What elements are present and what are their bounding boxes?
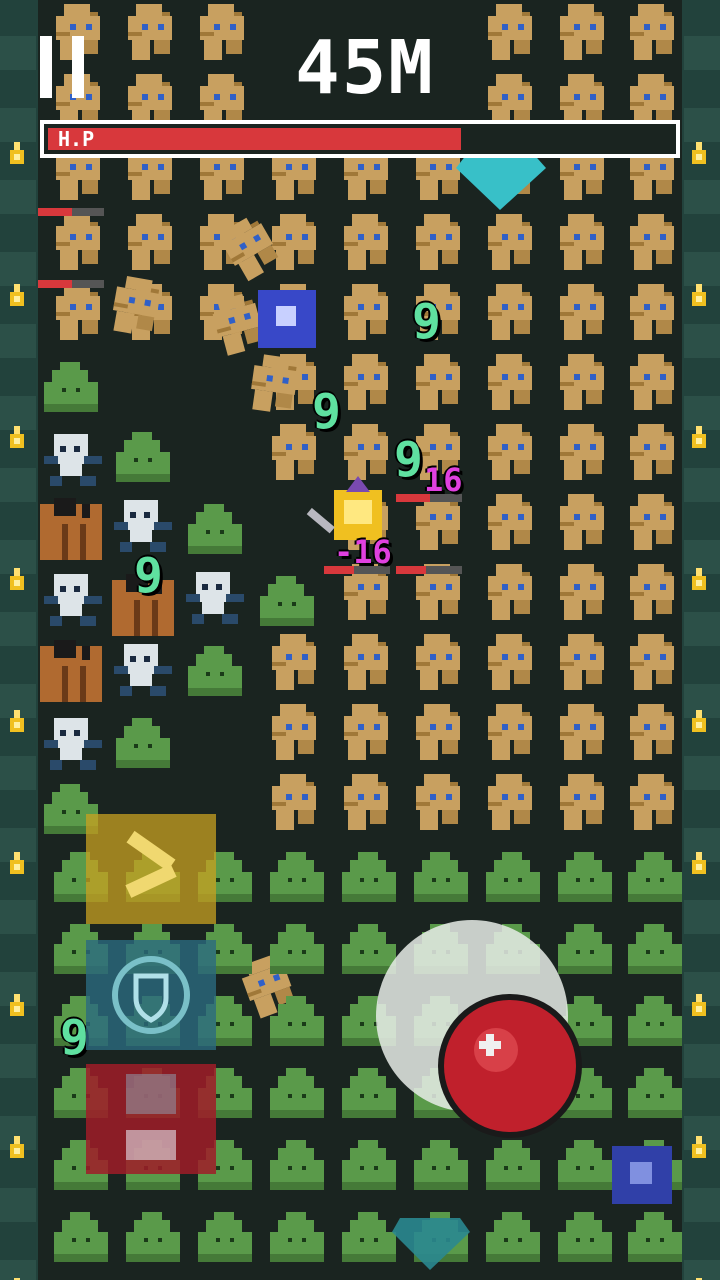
hp-fill <box>48 128 462 150</box>
pause-button[interactable] <box>38 36 88 98</box>
hp-label: H.P <box>58 127 95 151</box>
damage-number: 9 <box>412 294 441 350</box>
mimic-crate-enemy <box>40 498 102 560</box>
shield-skill-button[interactable] <box>86 940 216 1050</box>
blue-orb-bottom <box>612 1146 672 1204</box>
enemy-hp-bar <box>38 280 72 288</box>
distance-counter: 45M <box>295 25 435 111</box>
crit-damage-number: 16 <box>424 461 463 499</box>
damage-number: 9 <box>312 384 341 440</box>
rage-skill-button[interactable] <box>86 1064 216 1174</box>
sword-skill-button[interactable] <box>86 814 216 924</box>
enemy-hp-bar <box>396 566 426 574</box>
hp-bar: H.P <box>40 120 680 158</box>
pause-icon <box>40 36 52 98</box>
damage-number: 9 <box>134 548 163 604</box>
mimic-crate-enemy <box>40 640 102 702</box>
damage-number: 9 <box>60 1010 89 1066</box>
attack-button[interactable] <box>372 916 602 1146</box>
crit-damage-number: -16 <box>334 533 392 571</box>
damage-number: 9 <box>394 432 423 488</box>
enemy-hp-bar <box>38 208 72 216</box>
blue-orb <box>258 290 316 348</box>
